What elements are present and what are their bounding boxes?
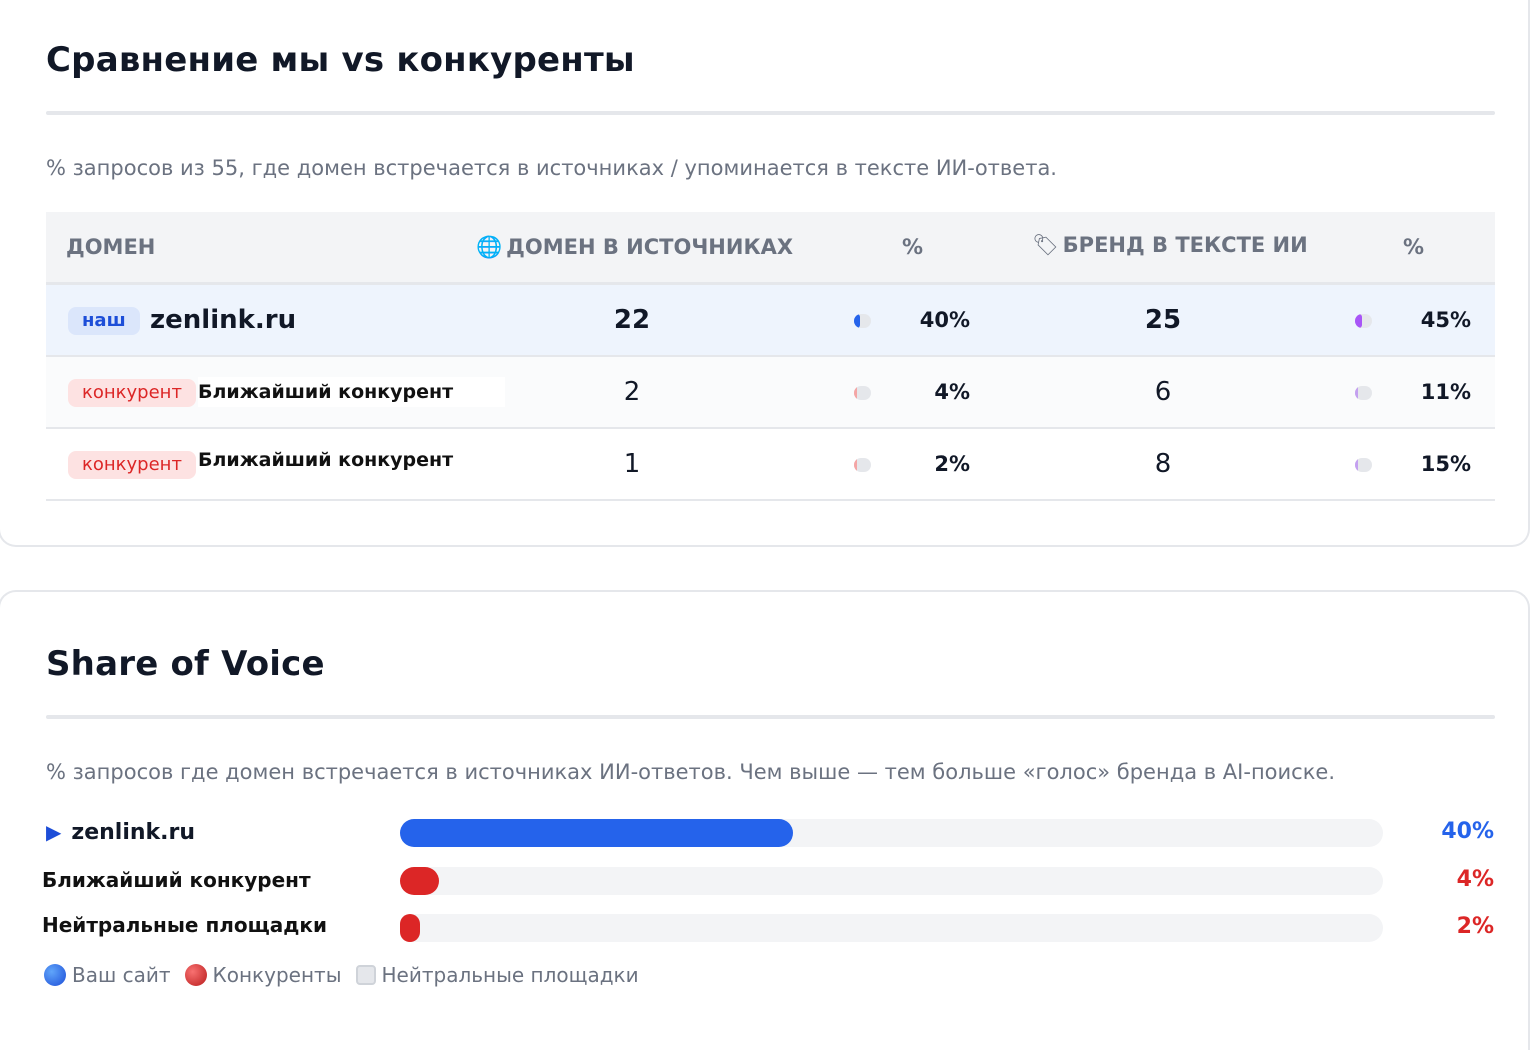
- brand-mini-bar: [1355, 458, 1372, 472]
- comparison-subtitle: % запросов из 55, где домен встречается …: [46, 156, 1057, 180]
- header-sources-pct[interactable]: %: [902, 212, 923, 282]
- tag-icon: 🏷: [1032, 233, 1059, 257]
- sources-mini-bar: [854, 386, 871, 400]
- brand-pct: 45%: [1420, 308, 1471, 332]
- header-brand-pct[interactable]: %: [1403, 212, 1424, 282]
- domain-name: zenlink.ru: [150, 305, 297, 335]
- header-sources[interactable]: 🌐 ДОМЕН В ИСТОЧНИКАХ: [476, 212, 793, 282]
- sources-count: 2: [623, 377, 641, 407]
- legend-ours: Ваш сайт: [44, 963, 171, 987]
- brand-mini-bar: [1355, 386, 1372, 400]
- sources-mini-bar: [854, 458, 871, 472]
- sov-subtitle: % запросов где домен встречается в источ…: [46, 760, 1335, 784]
- brand-pct: 11%: [1420, 380, 1471, 404]
- legend-competitors: Конкуренты: [184, 963, 342, 987]
- status-badge: конкурент: [68, 379, 196, 407]
- globe-icon: 🌐: [476, 235, 503, 259]
- sources-pct: 4%: [934, 380, 970, 404]
- sov-title: Share of Voice: [46, 644, 325, 684]
- table-row[interactable]: наш zenlink.ru 22 40% 25 45%: [46, 285, 1495, 357]
- sources-pct: 40%: [919, 308, 970, 332]
- domain-name: Ближайший конкурент: [198, 377, 506, 407]
- sov-pct: 40%: [1441, 819, 1494, 844]
- header-domain[interactable]: ДОМЕН: [66, 212, 155, 282]
- sov-label: ▶ zenlink.ru: [46, 820, 196, 845]
- table-header: ДОМЕН 🌐 ДОМЕН В ИСТОЧНИКАХ % 🏷 БРЕНД В ТЕК…: [46, 212, 1495, 285]
- white-square-icon: [355, 965, 376, 985]
- sov-label: Ближайший конкурент: [42, 868, 311, 892]
- blue-circle-icon: [44, 964, 66, 986]
- status-badge: наш: [68, 307, 140, 335]
- brand-count: 25: [1144, 305, 1182, 335]
- sources-count: 1: [623, 449, 641, 479]
- sov-bar-fill: [400, 867, 439, 895]
- comparison-card: Сравнение мы vs конкуренты % запросов из…: [0, 0, 1530, 547]
- brand-pct: 15%: [1420, 452, 1471, 476]
- table-row[interactable]: конкурент Ближайший конкурент 2 4% 6 11%: [46, 357, 1495, 429]
- sov-bar-fill: [400, 914, 420, 942]
- sov-row-ours[interactable]: ▶ zenlink.ru 40%: [0, 816, 1530, 848]
- brand-count: 6: [1154, 377, 1172, 407]
- comparison-title: Сравнение мы vs конкуренты: [46, 40, 635, 80]
- sources-mini-bar: [854, 314, 871, 328]
- sov-pct: 2%: [1456, 914, 1494, 939]
- sov-bar-track: [400, 914, 1383, 942]
- sources-count: 22: [613, 305, 651, 335]
- sov-bar-track: [400, 819, 1383, 847]
- triangle-right-icon: ▶: [46, 820, 62, 844]
- sov-pct: 4%: [1456, 867, 1494, 892]
- brand-count: 8: [1154, 449, 1172, 479]
- sov-label: Нейтральные площадки: [42, 913, 327, 937]
- comparison-divider: [46, 111, 1495, 115]
- domain-name: Ближайший конкурент: [198, 445, 506, 475]
- red-circle-icon: [184, 964, 207, 986]
- sov-bar-track: [400, 867, 1383, 895]
- sov-divider: [46, 715, 1495, 719]
- sov-bar-fill: [400, 819, 793, 847]
- brand-mini-bar: [1355, 314, 1372, 328]
- sov-row-competitor[interactable]: Ближайший конкурент 4%: [0, 864, 1530, 896]
- status-badge: конкурент: [68, 451, 196, 479]
- legend-neutral: Нейтральные площадки: [355, 963, 639, 987]
- table-row[interactable]: конкурент Ближайший конкурент 1 2% 8 15%: [46, 429, 1495, 501]
- sources-pct: 2%: [934, 452, 970, 476]
- header-brand[interactable]: 🏷 БРЕНД В ТЕКСТЕ ИИ: [1032, 210, 1308, 280]
- sov-row-neutral[interactable]: Нейтральные площадки 2%: [0, 911, 1530, 943]
- comparison-table: ДОМЕН 🌐 ДОМЕН В ИСТОЧНИКАХ % 🏷 БРЕНД В ТЕК…: [46, 212, 1495, 501]
- sov-legend: Ваш сайт Конкуренты Нейтральные площадки: [44, 963, 639, 987]
